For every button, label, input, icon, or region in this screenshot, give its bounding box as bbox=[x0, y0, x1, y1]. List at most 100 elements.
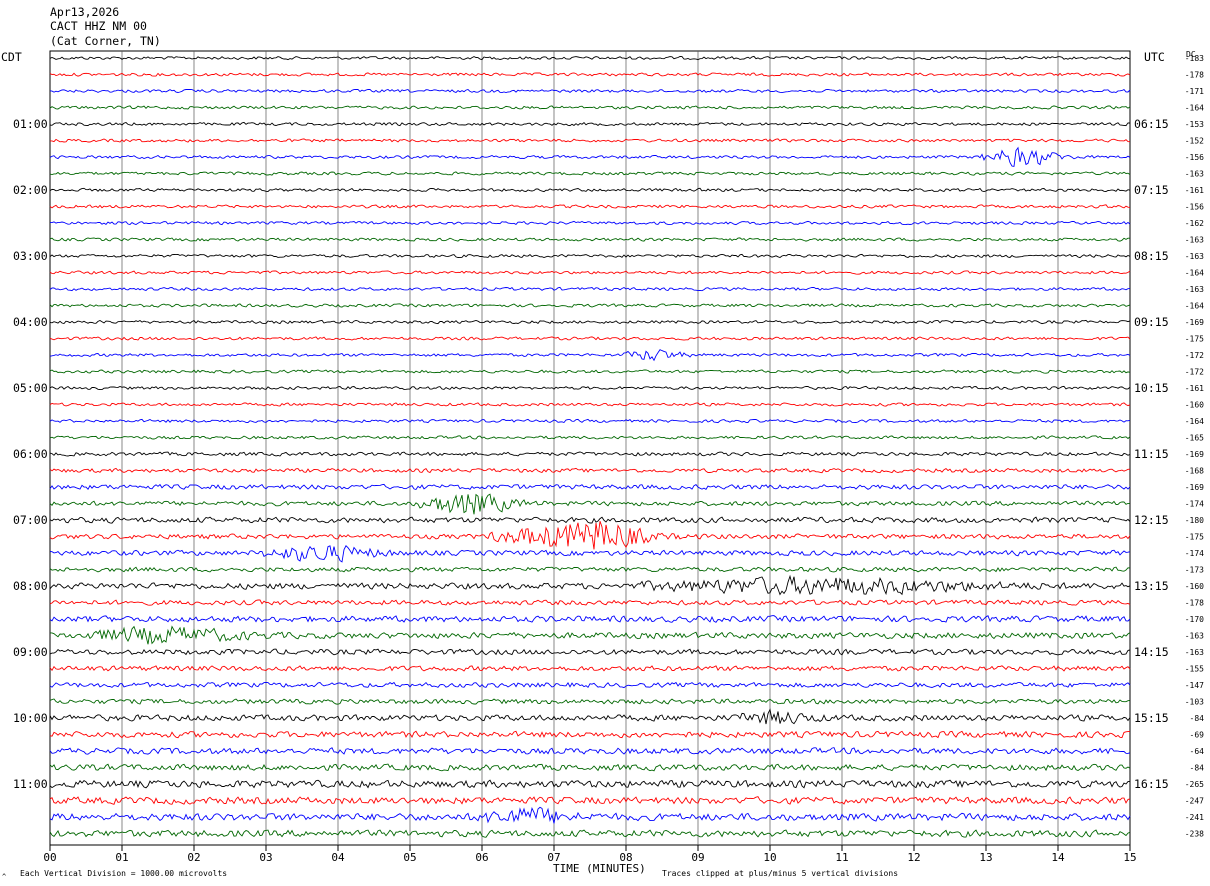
dc-offset-label: -164 bbox=[1185, 417, 1204, 426]
seismic-trace bbox=[49, 566, 1131, 573]
seismic-trace bbox=[49, 451, 1131, 457]
dc-offset-label: -172 bbox=[1185, 368, 1204, 377]
x-tick-label: 12 bbox=[907, 851, 920, 864]
seismic-trace bbox=[49, 105, 1131, 110]
seismic-trace bbox=[49, 574, 1131, 596]
dc-offset-label: -153 bbox=[1185, 120, 1204, 129]
dc-offset-label: -173 bbox=[1185, 566, 1204, 575]
right-hour-label: 15:15 bbox=[1134, 711, 1169, 725]
dc-offset-label: -169 bbox=[1185, 450, 1204, 459]
dc-offset-label: -165 bbox=[1185, 434, 1204, 443]
seismic-trace bbox=[50, 625, 1131, 645]
right-hour-label: 10:15 bbox=[1134, 381, 1169, 395]
dc-offset-label: -162 bbox=[1185, 219, 1204, 228]
seismic-trace bbox=[49, 467, 1131, 474]
seismic-trace bbox=[49, 319, 1131, 325]
dc-offset-label: -247 bbox=[1185, 797, 1204, 806]
seismic-trace bbox=[49, 204, 1131, 209]
seismic-trace bbox=[49, 253, 1131, 259]
dc-offset-label: -163 bbox=[1185, 252, 1204, 261]
x-tick-label: 14 bbox=[1051, 851, 1065, 864]
right-hour-label: 06:15 bbox=[1134, 117, 1169, 131]
seismic-trace bbox=[49, 493, 1130, 515]
x-tick-label: 04 bbox=[331, 851, 345, 864]
seismic-trace bbox=[49, 55, 1131, 61]
seismic-trace bbox=[49, 483, 1131, 491]
left-hour-label: 01:00 bbox=[13, 117, 48, 131]
dc-offset-label: -164 bbox=[1185, 269, 1204, 278]
seismic-trace bbox=[49, 146, 1131, 167]
dc-offset-label: -147 bbox=[1185, 681, 1204, 690]
dc-offset-label: -156 bbox=[1185, 153, 1204, 162]
seismic-trace bbox=[49, 336, 1131, 341]
dc-offset-label: -103 bbox=[1185, 698, 1204, 707]
seismic-trace bbox=[49, 615, 1131, 623]
right-hour-label: 08:15 bbox=[1134, 249, 1169, 263]
clip-note: Traces clipped at plus/minus 5 vertical … bbox=[662, 869, 899, 878]
seismic-trace bbox=[49, 72, 1131, 77]
left-hour-label: 05:00 bbox=[13, 381, 48, 395]
left-hour-label: 11:00 bbox=[13, 777, 48, 791]
x-tick-label: 11 bbox=[835, 851, 848, 864]
seismic-trace bbox=[49, 385, 1131, 391]
left-hour-label: 09:00 bbox=[13, 645, 48, 659]
seismic-trace bbox=[49, 747, 1131, 755]
left-hour-label: 07:00 bbox=[13, 513, 48, 527]
seismic-trace bbox=[49, 681, 1131, 689]
dc-offset-label: -164 bbox=[1185, 104, 1204, 113]
dc-offset-label: -178 bbox=[1185, 71, 1204, 80]
dc-offset-label: -152 bbox=[1185, 137, 1204, 146]
corner-mark: ^ bbox=[2, 873, 7, 881]
dc-offset-label: -171 bbox=[1185, 87, 1204, 96]
x-tick-label: 15 bbox=[1123, 851, 1136, 864]
x-tick-label: 02 bbox=[187, 851, 200, 864]
seismic-trace bbox=[49, 665, 1131, 672]
seismic-trace bbox=[49, 796, 1131, 805]
dc-offset-label: -64 bbox=[1190, 747, 1205, 756]
dc-offset-label: -161 bbox=[1185, 384, 1204, 393]
seismic-trace bbox=[49, 369, 1131, 374]
x-tick-label: 10 bbox=[763, 851, 776, 864]
x-tick-label: 05 bbox=[403, 851, 416, 864]
seismic-trace bbox=[49, 88, 1131, 94]
left-hour-label: 10:00 bbox=[13, 711, 48, 725]
dc-offset-label: -265 bbox=[1185, 780, 1204, 789]
seismic-trace bbox=[49, 521, 1131, 550]
dc-offset-label: -169 bbox=[1185, 318, 1204, 327]
seismic-trace bbox=[50, 138, 1131, 143]
dc-offset-label: -241 bbox=[1185, 813, 1204, 822]
seismic-trace bbox=[49, 402, 1131, 407]
dc-offset-label: -174 bbox=[1185, 549, 1204, 558]
dc-offset-label: -164 bbox=[1185, 302, 1204, 311]
left-hour-label: 04:00 bbox=[13, 315, 48, 329]
right-hour-label: 12:15 bbox=[1134, 513, 1169, 527]
seismic-trace bbox=[49, 779, 1131, 789]
seismic-trace bbox=[49, 270, 1131, 275]
right-hour-label: 16:15 bbox=[1134, 777, 1169, 791]
dc-offset-label: -170 bbox=[1185, 615, 1204, 624]
seismic-trace bbox=[49, 806, 1131, 824]
dc-offset-label: -163 bbox=[1185, 236, 1204, 245]
seismic-trace bbox=[49, 829, 1131, 838]
seismic-trace bbox=[49, 121, 1131, 127]
seismic-trace bbox=[49, 698, 1131, 705]
dc-offset-label: -180 bbox=[1185, 516, 1204, 525]
seismic-trace bbox=[49, 708, 1131, 725]
seismic-trace bbox=[49, 171, 1131, 176]
seismic-trace bbox=[49, 418, 1131, 424]
dc-offset-label: -163 bbox=[1185, 170, 1204, 179]
plot-frame bbox=[49, 50, 1131, 846]
right-hour-label: 13:15 bbox=[1134, 579, 1169, 593]
dc-offset-label: -172 bbox=[1185, 351, 1204, 360]
dc-offset-label: -169 bbox=[1185, 483, 1204, 492]
dc-offset-label: -168 bbox=[1185, 467, 1204, 476]
scale-note: Each Vertical Division = 1000.00 microvo… bbox=[20, 869, 228, 878]
seismic-trace bbox=[49, 763, 1131, 772]
dc-offset-label: -156 bbox=[1185, 203, 1204, 212]
dc-offset-label: -84 bbox=[1190, 714, 1205, 723]
dc-offset-label: -238 bbox=[1185, 830, 1204, 839]
x-tick-label: 06 bbox=[475, 851, 488, 864]
left-hour-label: 02:00 bbox=[13, 183, 48, 197]
right-hour-label: 11:15 bbox=[1134, 447, 1169, 461]
dc-offset-label: -163 bbox=[1185, 632, 1204, 641]
